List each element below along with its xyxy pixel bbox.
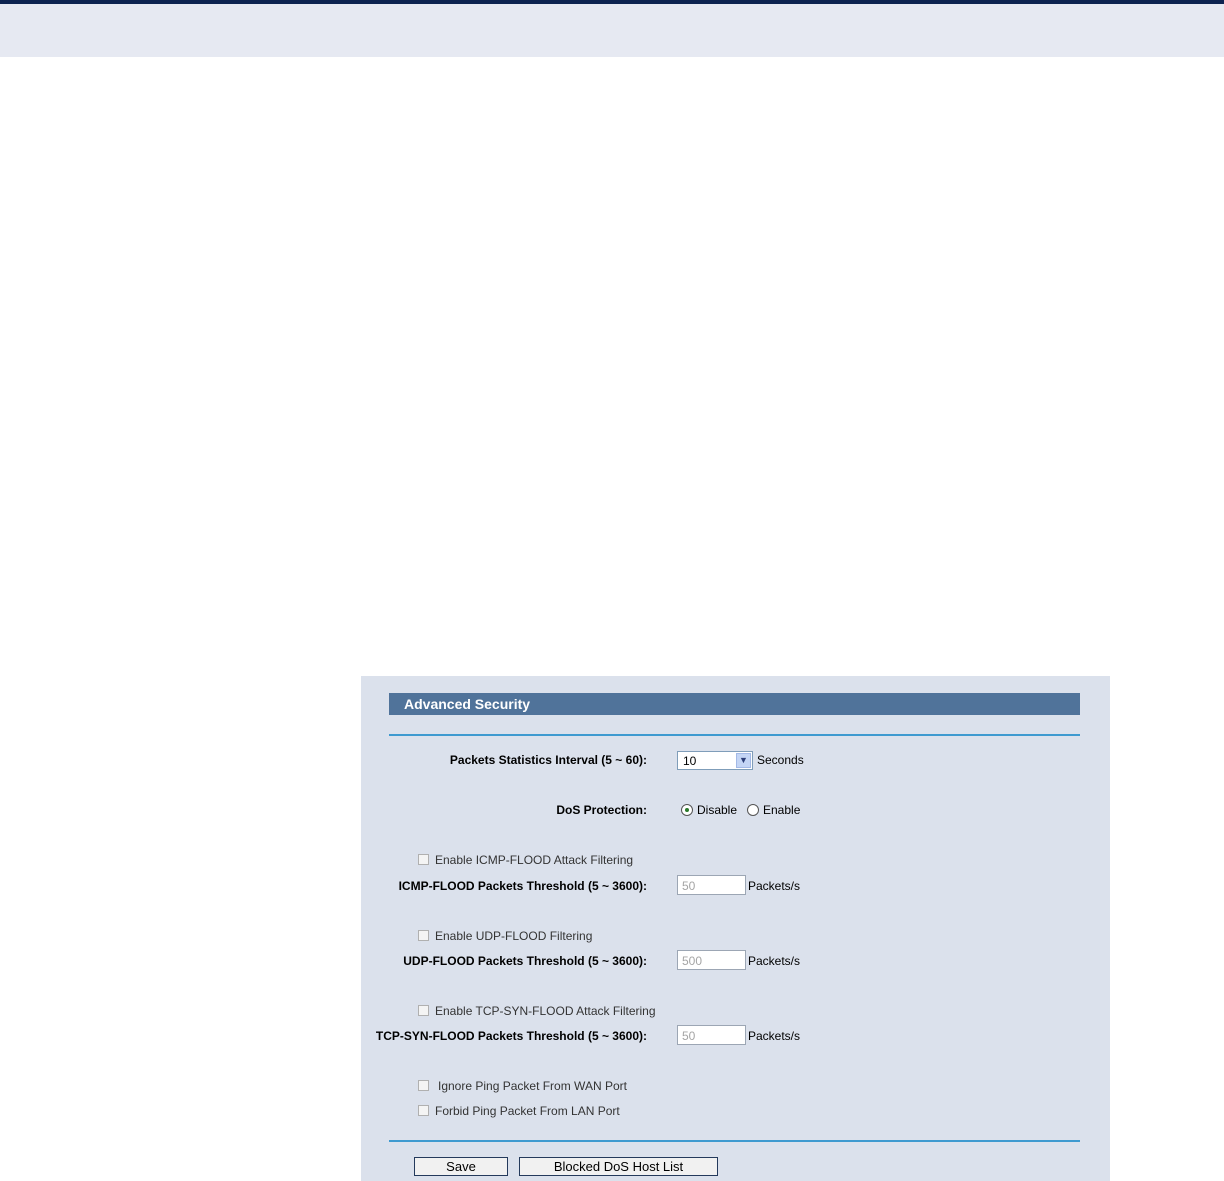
udp-threshold-input[interactable]: 500 — [677, 950, 746, 970]
forbid-lan-ping-checkbox[interactable] — [418, 1105, 429, 1116]
dos-enable-label: Enable — [763, 803, 801, 817]
tcp-syn-threshold-input[interactable]: 50 — [677, 1025, 746, 1045]
dos-protection-label: DoS Protection: — [556, 803, 647, 817]
panel-title-bar: Advanced Security — [389, 693, 1080, 715]
bottom-divider — [389, 1140, 1080, 1142]
dos-disable-label: Disable — [697, 803, 738, 817]
stats-interval-value: 10 — [683, 754, 697, 768]
ignore-wan-ping-checkbox[interactable] — [418, 1080, 429, 1091]
panel-title: Advanced Security — [404, 696, 531, 712]
advanced-security-panel: Advanced Security Packets Statistics Int… — [361, 676, 1110, 1181]
icmp-filter-label: Enable ICMP-FLOOD Attack Filtering — [435, 853, 634, 867]
tcp-syn-threshold-label: TCP-SYN-FLOOD Packets Threshold (5 ~ 360… — [375, 1029, 647, 1043]
icmp-threshold-unit: Packets/s — [748, 879, 801, 893]
top-banner — [0, 0, 1224, 57]
udp-filter-label: Enable UDP-FLOOD Filtering — [435, 929, 593, 943]
stats-interval-unit: Seconds — [757, 753, 804, 767]
stats-interval-select[interactable]: 10 ▼ — [677, 751, 753, 770]
dos-disable-radio[interactable] — [681, 804, 693, 816]
top-divider — [389, 734, 1080, 736]
ignore-wan-ping-label: Ignore Ping Packet From WAN Port — [438, 1079, 627, 1093]
stats-interval-label: Packets Statistics Interval (5 ~ 60): — [449, 753, 647, 767]
icmp-threshold-input[interactable]: 50 — [677, 875, 746, 895]
blocked-dos-host-list-button[interactable]: Blocked DoS Host List — [519, 1157, 718, 1176]
udp-filter-checkbox[interactable] — [418, 930, 429, 941]
dos-enable-radio[interactable] — [747, 804, 759, 816]
tcp-syn-filter-checkbox[interactable] — [418, 1005, 429, 1016]
icmp-filter-checkbox[interactable] — [418, 854, 429, 865]
udp-threshold-unit: Packets/s — [748, 954, 801, 968]
save-button[interactable]: Save — [414, 1157, 508, 1176]
forbid-lan-ping-label: Forbid Ping Packet From LAN Port — [435, 1104, 620, 1118]
radio-selected-dot — [685, 808, 689, 812]
tcp-syn-filter-label: Enable TCP-SYN-FLOOD Attack Filtering — [435, 1004, 656, 1018]
chevron-down-icon[interactable]: ▼ — [736, 753, 751, 768]
udp-threshold-label: UDP-FLOOD Packets Threshold (5 ~ 3600): — [403, 954, 647, 968]
tcp-syn-threshold-unit: Packets/s — [748, 1029, 801, 1043]
icmp-threshold-label: ICMP-FLOOD Packets Threshold (5 ~ 3600): — [398, 879, 647, 893]
